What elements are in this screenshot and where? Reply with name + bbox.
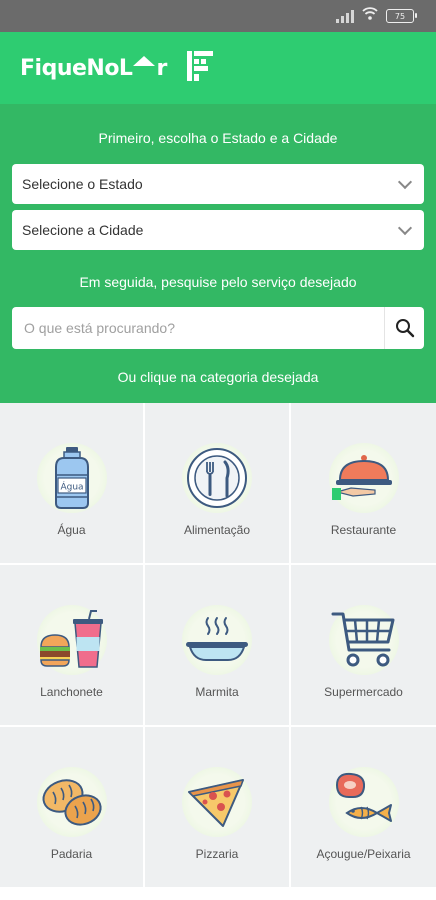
status-bar: 75 — [0, 0, 436, 32]
category-label: Padaria — [50, 847, 93, 861]
category-label: Marmita — [195, 685, 239, 699]
category-label: Pizzaria — [195, 847, 239, 861]
category-alimentacao[interactable]: Alimentação — [145, 403, 291, 565]
category-restaurante[interactable]: Restaurante — [291, 403, 436, 565]
logo-text: FiqueNoL — [20, 55, 133, 81]
category-acougue-peixaria[interactable]: Açougue/Peixaria — [291, 727, 436, 889]
filter-intro-text: Primeiro, escolha o Estado e a Cidade — [98, 130, 338, 146]
category-label: Restaurante — [330, 523, 397, 537]
cart-icon — [328, 605, 399, 675]
category-supermercado[interactable]: Supermercado — [291, 565, 436, 727]
chevron-down-icon — [397, 220, 413, 235]
bread-icon — [36, 767, 107, 837]
category-label: Lanchonete — [40, 685, 103, 699]
category-label: Açougue/Peixaria — [316, 847, 411, 861]
brand-mark-icon — [186, 50, 213, 86]
battery-icon: 75 — [386, 9, 417, 23]
category-marmita[interactable]: Marmita — [145, 565, 291, 727]
search-intro-text: Em seguida, pesquise pelo serviço deseja… — [79, 274, 357, 290]
category-label: Água — [57, 523, 86, 537]
state-select-label: Selecione o Estado — [22, 176, 143, 192]
category-grid: Água Água Alimentação Restaurante Lancho… — [0, 403, 436, 889]
pizza-icon — [182, 767, 252, 837]
cloche-icon — [328, 443, 399, 513]
category-intro-text: Ou clique na categoria desejada — [117, 369, 319, 385]
water-jug-icon: Água — [36, 443, 107, 513]
category-label: Supermercado — [324, 685, 403, 699]
wifi-icon — [362, 7, 378, 25]
water-jug-label: Água — [60, 481, 83, 493]
burger-drink-icon — [36, 605, 107, 675]
app-logo: FiqueNoL r — [20, 56, 167, 81]
city-select[interactable]: Selecione a Cidade — [12, 210, 424, 250]
category-lanchonete[interactable]: Lanchonete — [0, 565, 145, 727]
state-select[interactable]: Selecione o Estado — [12, 164, 424, 204]
search-button[interactable] — [384, 307, 424, 349]
category-label: Alimentação — [183, 523, 251, 537]
category-pizzaria[interactable]: Pizzaria — [145, 727, 291, 889]
filter-panel: Primeiro, escolha o Estado e a Cidade Se… — [0, 104, 436, 403]
bowl-icon — [182, 605, 252, 675]
city-select-label: Selecione a Cidade — [22, 222, 144, 238]
category-agua[interactable]: Água Água — [0, 403, 145, 565]
signal-icon — [336, 9, 354, 23]
category-padaria[interactable]: Padaria — [0, 727, 145, 889]
search-icon — [395, 319, 414, 338]
logo-house-icon — [133, 56, 156, 66]
chevron-down-icon — [397, 174, 413, 189]
search-input[interactable] — [12, 307, 384, 349]
search-box — [12, 307, 424, 349]
cutlery-icon — [182, 443, 252, 513]
logo-text-end: r — [156, 55, 167, 81]
meat-fish-icon — [328, 767, 399, 837]
app-header: FiqueNoL r — [0, 32, 436, 104]
